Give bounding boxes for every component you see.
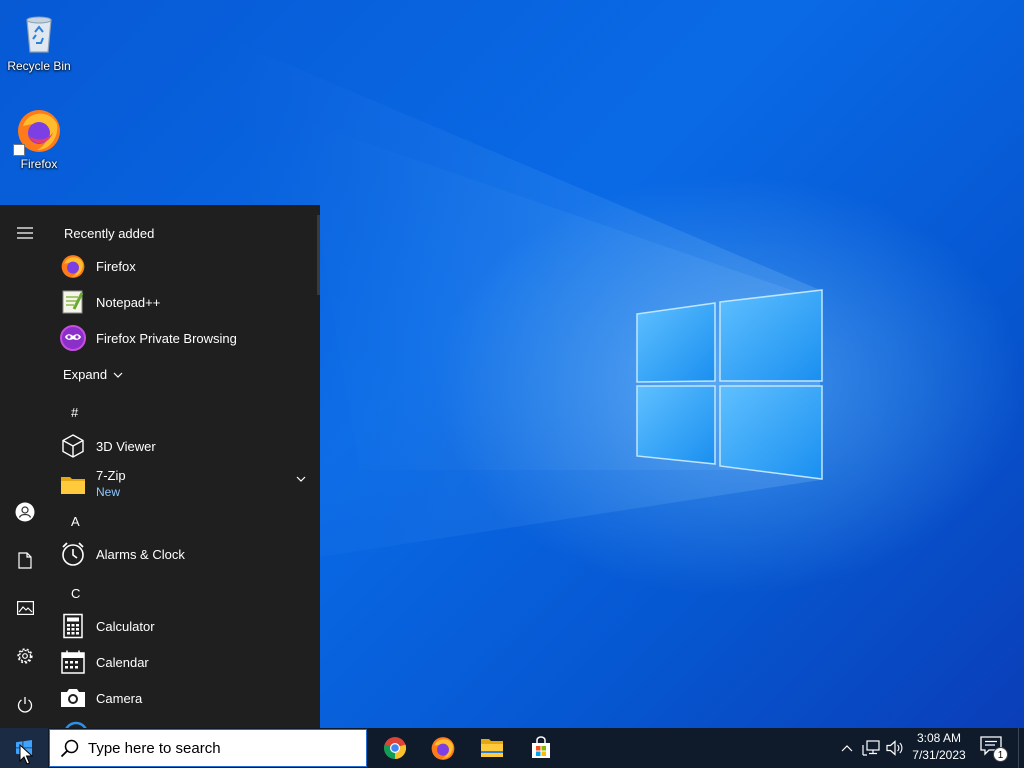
- app-label: Firefox: [96, 258, 136, 274]
- notification-count-badge: 1: [993, 747, 1008, 762]
- app-calculator[interactable]: Calculator: [60, 608, 312, 644]
- show-desktop-button[interactable]: [1018, 728, 1024, 768]
- app-label: Calendar: [96, 654, 149, 670]
- app-7-zip[interactable]: 7-Zip New: [60, 464, 312, 504]
- firefox-icon: [431, 737, 455, 760]
- clock-date: 7/31/2023: [912, 748, 966, 762]
- app-label: Camera: [96, 690, 143, 706]
- taskbar: Type here to search 3:08 AM 7/31/2023 1: [0, 728, 1024, 768]
- store-icon: [532, 736, 550, 758]
- volume-button[interactable]: [885, 738, 905, 758]
- chevron-down-icon[interactable]: [296, 476, 306, 482]
- group-header-a[interactable]: A: [71, 514, 80, 529]
- action-center-button[interactable]: 1: [980, 736, 1008, 762]
- app-notepad-plus-plus[interactable]: Notepad++: [60, 284, 312, 320]
- document-icon: [18, 551, 32, 569]
- shortcut-arrow-icon: [13, 144, 25, 156]
- mouse-cursor-icon: [19, 744, 33, 765]
- app-label: Firefox Private Browsing: [96, 330, 237, 346]
- taskbar-app-firefox[interactable]: [419, 728, 467, 768]
- app-label: Notepad++: [96, 294, 161, 310]
- notepad-plus-plus-icon: [60, 289, 86, 315]
- taskbar-app-chrome[interactable]: [371, 728, 419, 768]
- gear-icon: [17, 648, 33, 664]
- taskbar-clock[interactable]: 3:08 AM 7/31/2023: [904, 730, 974, 766]
- taskbar-app-microsoft-store[interactable]: [517, 728, 565, 768]
- taskbar-search-box[interactable]: Type here to search: [49, 729, 367, 767]
- user-icon: [15, 502, 35, 522]
- calculator-icon: [60, 613, 86, 639]
- expand-menu-button[interactable]: [0, 213, 50, 253]
- network-icon: [862, 740, 880, 756]
- folder-icon: [481, 739, 503, 757]
- network-status-button[interactable]: [861, 738, 881, 758]
- taskbar-app-file-explorer[interactable]: [468, 728, 516, 768]
- chevron-up-icon: [841, 745, 853, 752]
- power-button[interactable]: [0, 684, 50, 724]
- hamburger-icon: [17, 227, 33, 239]
- app-firefox[interactable]: Firefox: [60, 248, 312, 284]
- desktop-icon-firefox[interactable]: Firefox: [1, 106, 77, 171]
- app-label: 7-Zip: [96, 468, 126, 483]
- show-hidden-icons-button[interactable]: [837, 738, 857, 758]
- start-menu: Recently added Firefox Notepad++ Firefox…: [0, 205, 320, 728]
- app-label: Calculator: [96, 618, 155, 634]
- start-app-list: Recently added Firefox Notepad++ Firefox…: [50, 205, 320, 728]
- app-firefox-private-browsing[interactable]: Firefox Private Browsing: [60, 320, 312, 356]
- camera-icon: [60, 685, 86, 711]
- chrome-icon: [384, 737, 407, 760]
- calendar-icon: [60, 649, 86, 675]
- app-label: Alarms & Clock: [96, 546, 185, 562]
- desktop-icon-label: Recycle Bin: [7, 59, 71, 73]
- folder-icon: [60, 471, 86, 497]
- app-3d-viewer[interactable]: 3D Viewer: [60, 428, 312, 464]
- firefox-icon: [13, 106, 63, 156]
- app-calendar[interactable]: Calendar: [60, 644, 312, 680]
- search-placeholder: Type here to search: [88, 739, 221, 757]
- firefox-private-icon: [60, 325, 86, 351]
- clock-time: 3:08 AM: [916, 731, 962, 745]
- speaker-icon: [886, 740, 903, 756]
- firefox-icon: [60, 253, 86, 279]
- app-alarms-clock[interactable]: Alarms & Clock: [60, 536, 312, 572]
- recently-added-heading: Recently added: [64, 226, 155, 241]
- settings-button[interactable]: [0, 636, 50, 676]
- cube-icon: [60, 433, 86, 459]
- user-account-button[interactable]: [0, 492, 50, 532]
- group-header-c[interactable]: C: [71, 586, 80, 601]
- recycle-bin-icon: [15, 8, 63, 56]
- partially-visible-app-icon: [63, 721, 89, 728]
- app-label: 3D Viewer: [96, 438, 156, 454]
- expand-recent-button[interactable]: Expand: [63, 367, 123, 382]
- desktop-icon-recycle-bin[interactable]: Recycle Bin: [1, 8, 77, 73]
- desktop-icon-label: Firefox: [20, 157, 58, 171]
- chevron-down-icon: [113, 372, 123, 378]
- documents-button[interactable]: [0, 540, 50, 580]
- expand-label: Expand: [63, 367, 108, 382]
- power-icon: [17, 696, 33, 713]
- search-icon: [60, 739, 79, 758]
- alarm-clock-icon: [60, 541, 86, 567]
- group-header-hash[interactable]: #: [71, 405, 78, 420]
- scrollbar[interactable]: [317, 215, 320, 295]
- pictures-button[interactable]: [0, 588, 50, 628]
- start-menu-rail: [0, 205, 50, 728]
- pictures-icon: [16, 601, 34, 615]
- new-badge: New: [96, 485, 121, 499]
- app-camera[interactable]: Camera: [60, 680, 312, 716]
